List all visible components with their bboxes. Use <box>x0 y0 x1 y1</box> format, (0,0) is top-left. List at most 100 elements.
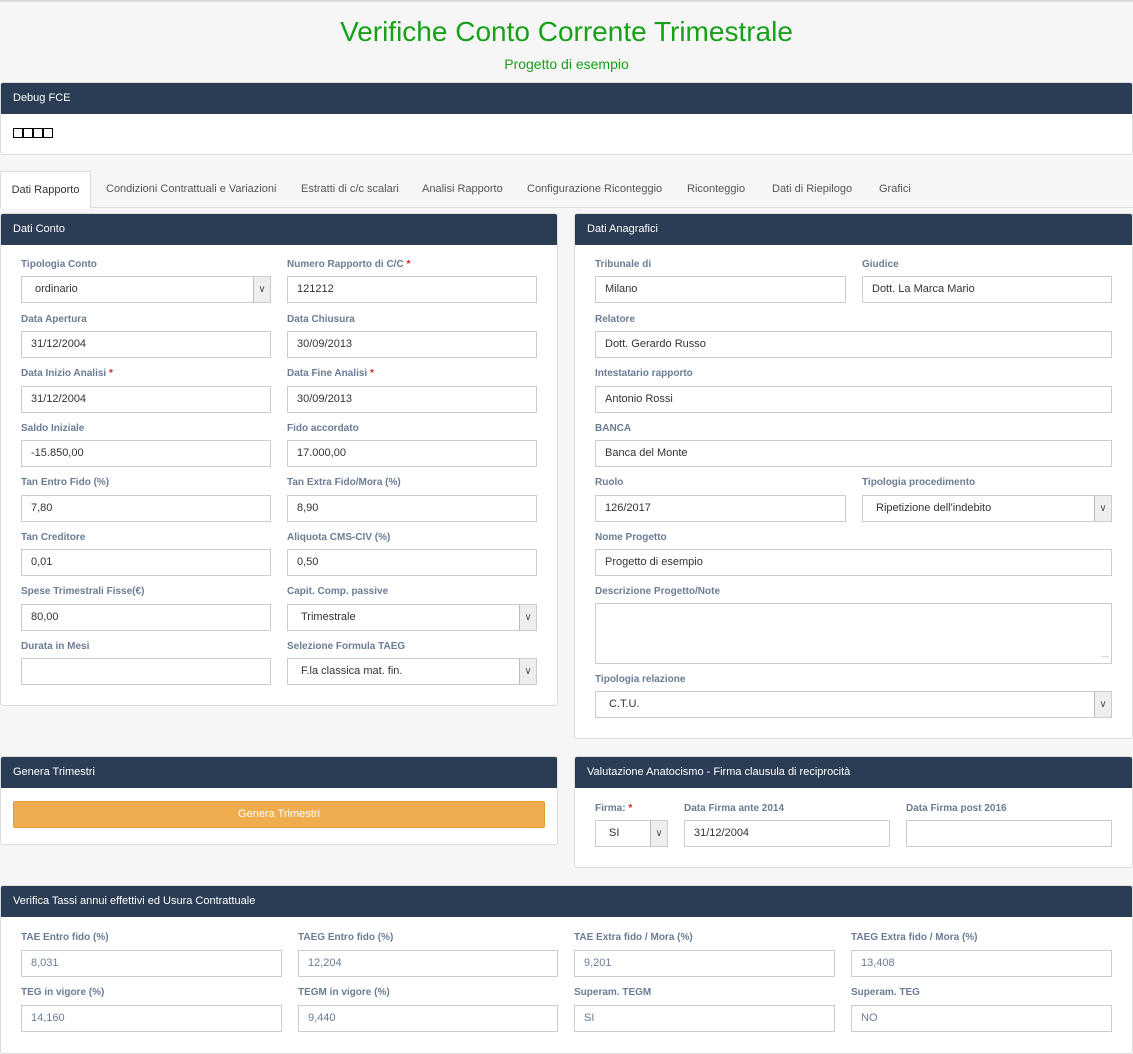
tae-entro-label: TAE Entro fido (%) <box>21 932 109 943</box>
capit-value: Trimestrale <box>301 611 356 623</box>
anatocismo-panel: Valutazione Anatocismo - Firma clausula … <box>574 756 1133 868</box>
tegm-vigore-input[interactable]: 9,440 <box>298 1005 558 1032</box>
numero-rapporto-label: Numero Rapporto di C/C * <box>287 259 411 270</box>
fido-accordato-input[interactable]: 17.000,00 <box>287 440 537 467</box>
nome-progetto-label: Nome Progetto <box>595 532 667 543</box>
chevron-down-icon: ∨ <box>519 659 536 684</box>
relatore-label: Relatore <box>595 314 636 325</box>
taeg-entro-label: TAEG Entro fido (%) <box>298 932 394 943</box>
tab-dati-rapporto[interactable]: Dati Rapporto <box>0 171 91 209</box>
required-marker: * <box>628 803 633 814</box>
tae-extra-label: TAE Extra fido / Mora (%) <box>574 932 693 943</box>
firma-ante-label: Data Firma ante 2014 <box>684 803 785 814</box>
superam-tegm-input[interactable]: SI <box>574 1005 835 1032</box>
chevron-down-icon: ∨ <box>519 605 536 630</box>
data-apertura-input[interactable]: 31/12/2004 <box>21 331 271 358</box>
data-fine-label: Data Fine Analisi * <box>287 368 374 379</box>
firma-select[interactable]: SI ∨ <box>595 820 668 847</box>
teg-vigore-label: TEG in vigore (%) <box>21 987 105 998</box>
chevron-down-icon: ∨ <box>1094 692 1111 717</box>
firma-post-input[interactable] <box>906 820 1112 847</box>
relazione-value: C.T.U. <box>609 698 640 710</box>
tae-entro-input[interactable]: 8,031 <box>21 950 282 977</box>
debug-panel-title: Debug FCE <box>1 83 1132 114</box>
chevron-down-icon: ∨ <box>650 821 667 846</box>
page-header: Verifiche Conto Corrente Trimestrale Pro… <box>0 10 1133 72</box>
procedimento-select[interactable]: Ripetizione dell'indebito ∨ <box>862 495 1112 522</box>
data-chiusura-input[interactable]: 30/09/2013 <box>287 331 537 358</box>
chevron-down-icon: ∨ <box>253 277 270 302</box>
debug-panel: Debug FCE <box>0 82 1133 155</box>
tab-riepilogo[interactable]: Dati di Riepilogo <box>772 171 852 208</box>
data-fine-input[interactable]: 30/09/2013 <box>287 386 537 413</box>
tipologia-conto-select[interactable]: ordinario ∨ <box>21 276 271 303</box>
tab-configurazione[interactable]: Configurazione Riconteggio <box>527 171 662 208</box>
tab-bar: Dati Rapporto Condizioni Contrattuali e … <box>0 171 1133 209</box>
aliquota-label: Aliquota CMS-CIV (%) <box>287 532 391 543</box>
ruolo-input[interactable]: 126/2017 <box>595 495 846 522</box>
tab-riconteggio[interactable]: Riconteggio <box>687 171 745 208</box>
chevron-down-icon: ∨ <box>1094 496 1111 521</box>
tan-extra-input[interactable]: 8,90 <box>287 495 537 522</box>
resize-grip-icon[interactable]: ⋯ <box>1101 652 1109 661</box>
required-marker: * <box>406 259 411 270</box>
capit-label: Capit. Comp. passive <box>287 586 389 597</box>
genera-trimestri-button[interactable]: Genera Trimestri <box>13 801 545 828</box>
page-title: Verifiche Conto Corrente Trimestrale <box>340 16 793 47</box>
fido-accordato-label: Fido accordato <box>287 423 359 434</box>
procedimento-value: Ripetizione dell'indebito <box>876 502 992 514</box>
superam-teg-label: Superam. TEG <box>851 987 920 998</box>
page-subtitle: Progetto di esempio <box>504 56 629 72</box>
saldo-iniziale-label: Saldo Iniziale <box>21 423 85 434</box>
nome-progetto-input[interactable]: Progetto di esempio <box>595 549 1112 576</box>
firma-post-label: Data Firma post 2016 <box>906 803 1007 814</box>
formula-label: Selezione Formula TAEG <box>287 641 406 652</box>
data-apertura-label: Data Apertura <box>21 314 87 325</box>
tab-grafici[interactable]: Grafici <box>879 171 911 208</box>
spese-input[interactable]: 80,00 <box>21 604 271 631</box>
genera-title: Genera Trimestri <box>1 757 557 788</box>
tribunale-label: Tribunale di <box>595 259 652 270</box>
giudice-input[interactable]: Dott. La Marca Mario <box>862 276 1112 303</box>
capit-select[interactable]: Trimestrale ∨ <box>287 604 537 631</box>
debug-box-icon <box>23 128 33 138</box>
data-inizio-label: Data Inizio Analisi * <box>21 368 113 379</box>
tab-condizioni[interactable]: Condizioni Contrattuali e Variazioni <box>106 171 276 208</box>
tan-creditore-label: Tan Creditore <box>21 532 86 543</box>
tan-creditore-input[interactable]: 0,01 <box>21 549 271 576</box>
superam-teg-input[interactable]: NO <box>851 1005 1112 1032</box>
tab-estratti[interactable]: Estratti di c/c scalari <box>301 171 399 208</box>
ruolo-label: Ruolo <box>595 477 624 488</box>
taeg-entro-input[interactable]: 12,204 <box>298 950 558 977</box>
descrizione-label: Descrizione Progetto/Note <box>595 586 721 597</box>
top-border <box>0 0 1133 2</box>
tab-analisi[interactable]: Analisi Rapporto <box>422 171 503 208</box>
required-marker: * <box>108 368 113 379</box>
relatore-input[interactable]: Dott. Gerardo Russo <box>595 331 1112 358</box>
durata-input[interactable] <box>21 658 271 685</box>
tipologia-conto-value: ordinario <box>35 283 78 295</box>
formula-select[interactable]: F.la classica mat. fin. ∨ <box>287 658 537 685</box>
verifica-title: Verifica Tassi annui effettivi ed Usura … <box>1 886 1132 917</box>
intestatario-input[interactable]: Antonio Rossi <box>595 386 1112 413</box>
firma-ante-input[interactable]: 31/12/2004 <box>684 820 890 847</box>
firma-value: SI <box>609 827 620 839</box>
intestatario-label: Intestatario rapporto <box>595 368 693 379</box>
tae-extra-input[interactable]: 9,201 <box>574 950 835 977</box>
descrizione-textarea[interactable]: ⋯ <box>595 603 1112 664</box>
relazione-label: Tipologia relazione <box>595 674 686 685</box>
dati-anagrafici-title: Dati Anagrafici <box>575 214 1132 245</box>
tan-entro-label: Tan Entro Fido (%) <box>21 477 110 488</box>
aliquota-input[interactable]: 0,50 <box>287 549 537 576</box>
required-marker: * <box>370 368 374 379</box>
teg-vigore-input[interactable]: 14,160 <box>21 1005 282 1032</box>
tribunale-input[interactable]: Milano <box>595 276 846 303</box>
debug-box-icon <box>33 128 43 138</box>
tan-entro-input[interactable]: 7,80 <box>21 495 271 522</box>
relazione-select[interactable]: C.T.U. ∨ <box>595 691 1112 718</box>
data-inizio-input[interactable]: 31/12/2004 <box>21 386 271 413</box>
numero-rapporto-input[interactable]: 121212 <box>287 276 537 303</box>
saldo-iniziale-input[interactable]: -15.850,00 <box>21 440 271 467</box>
taeg-extra-input[interactable]: 13,408 <box>851 950 1112 977</box>
banca-input[interactable]: Banca del Monte <box>595 440 1112 467</box>
